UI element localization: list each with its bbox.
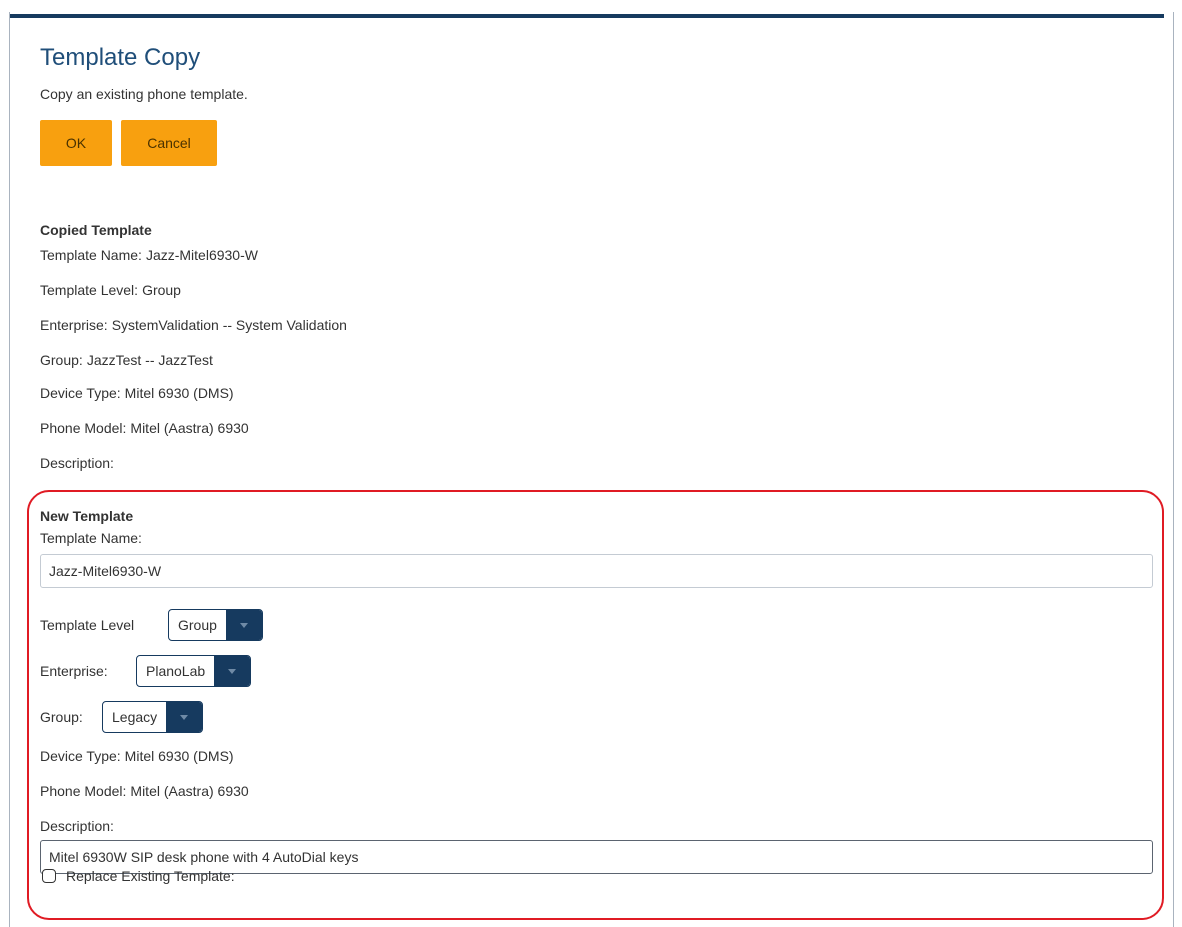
copied-phone-model: Phone Model: Mitel (Aastra) 6930 [40,420,249,436]
new-device-type-value: Mitel 6930 (DMS) [124,748,234,764]
copied-group-label: Group: [40,352,83,368]
copied-template-heading: Copied Template [40,222,152,238]
template-level-dropdown[interactable]: Group [168,609,263,641]
group-dropdown[interactable]: Legacy [102,701,204,733]
copied-enterprise-label: Enterprise: [40,317,108,333]
template-name-input[interactable] [40,554,1153,588]
copied-group: Group: JazzTest -- JazzTest [40,352,213,368]
copied-template-level: Template Level: Group [40,282,181,298]
copied-description-label: Description: [40,455,114,471]
copied-template-name-value: Jazz-Mitel6930-W [145,247,258,263]
cancel-button[interactable]: Cancel [121,120,217,166]
copied-template-name: Template Name: Jazz-Mitel6930-W [40,247,258,263]
copied-enterprise-value: SystemValidation -- System Validation [111,317,347,333]
copied-template-level-label: Template Level: [40,282,139,298]
page-title: Template Copy [40,44,201,71]
copied-enterprise: Enterprise: SystemValidation -- System Va… [40,317,347,333]
new-phone-model-label: Phone Model: [40,783,127,799]
new-template-heading: New Template [40,508,134,524]
copied-phone-model-label: Phone Model: [40,420,127,436]
copied-group-value: JazzTest -- JazzTest [86,352,213,368]
enterprise-dropdown[interactable]: PlanoLab [136,655,252,687]
new-device-type-label: Device Type: [40,748,121,764]
chevron-down-icon [166,702,203,732]
replace-existing-label: Replace Existing Template: [66,868,235,884]
new-template-name-label: Template Name: [40,530,142,546]
copied-device-type-label: Device Type: [40,385,121,401]
copied-description: Description: [40,455,118,471]
new-description-label: Description: [40,818,114,834]
copied-template-level-value: Group [142,282,181,298]
page-subtitle: Copy an existing phone template. [40,86,248,102]
template-level-selected: Group [178,617,217,633]
ok-button[interactable]: OK [40,120,112,166]
chevron-down-icon [225,610,262,640]
copied-phone-model-value: Mitel (Aastra) 6930 [130,420,249,436]
copied-template-name-label: Template Name: [40,247,142,263]
enterprise-selected: PlanoLab [146,663,206,679]
group-selected: Legacy [112,709,158,725]
new-phone-model: Phone Model: Mitel (Aastra) 6930 [40,783,249,799]
copied-device-type-value: Mitel 6930 (DMS) [124,385,234,401]
dialog-top-bar [10,14,1164,18]
new-group-label: Group: [40,709,83,725]
new-enterprise-label: Enterprise: [40,663,108,679]
new-device-type: Device Type: Mitel 6930 (DMS) [40,748,234,764]
copied-device-type: Device Type: Mitel 6930 (DMS) [40,385,234,401]
replace-existing-checkbox[interactable] [42,869,56,883]
new-template-level-label: Template Level [40,617,135,633]
chevron-down-icon [214,656,251,686]
new-phone-model-value: Mitel (Aastra) 6930 [130,783,249,799]
